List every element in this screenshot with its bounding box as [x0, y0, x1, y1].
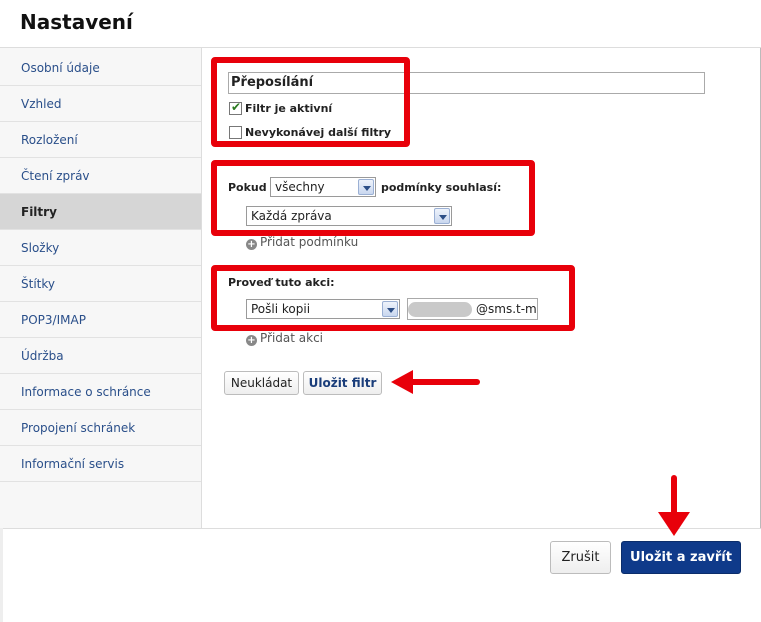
footer-edge: [0, 528, 3, 622]
add-condition-link[interactable]: + Přidat podmínku: [246, 235, 358, 250]
annotation-box-conditions: [211, 160, 535, 236]
window-title: Nastavení: [20, 10, 133, 34]
sidebar-item-osobni-udaje[interactable]: Osobní údaje: [0, 50, 201, 86]
annotation-box-actions: [211, 265, 575, 331]
sidebar-item-udrzba[interactable]: Údržba: [0, 338, 201, 374]
save-and-close-button[interactable]: Uložit a zavřít: [621, 541, 741, 574]
sidebar-item-informace-o-schrance[interactable]: Informace o schránce: [0, 374, 201, 410]
arrow-left-icon: [391, 370, 480, 394]
add-action-label: Přidat akci: [260, 331, 324, 345]
annotation-box-filter-name: [211, 57, 410, 147]
sidebar-item-rozlozeni[interactable]: Rozložení: [0, 122, 201, 158]
cancel-button[interactable]: Zrušit: [550, 541, 611, 574]
sidebar-item-stitky[interactable]: Štítky: [0, 266, 201, 302]
sidebar-item-propojeni-schranek[interactable]: Propojení schránek: [0, 410, 201, 446]
sidebar-item-informacni-servis[interactable]: Informační servis: [0, 446, 201, 482]
dont-save-button[interactable]: Neukládat: [224, 371, 299, 395]
sidebar-item-vzhled[interactable]: Vzhled: [0, 86, 201, 122]
settings-window: Nastavení Osobní údaje Vzhled Rozložení …: [0, 0, 761, 622]
add-action-link[interactable]: + Přidat akci: [246, 331, 323, 346]
sidebar: Osobní údaje Vzhled Rozložení Čtení zprá…: [0, 48, 202, 528]
sidebar-item-cteni-zprav[interactable]: Čtení zpráv: [0, 158, 201, 194]
save-filter-button[interactable]: Uložit filtr: [303, 371, 382, 395]
sidebar-item-pop3-imap[interactable]: POP3/IMAP: [0, 302, 201, 338]
sidebar-item-filtry[interactable]: Filtry: [0, 194, 201, 230]
titlebar: Nastavení: [0, 0, 761, 48]
plus-icon: +: [246, 239, 257, 250]
add-condition-label: Přidat podmínku: [260, 235, 359, 249]
arrow-down-icon: [658, 475, 690, 536]
plus-icon: +: [246, 335, 257, 346]
sidebar-item-slozky[interactable]: Složky: [0, 230, 201, 266]
